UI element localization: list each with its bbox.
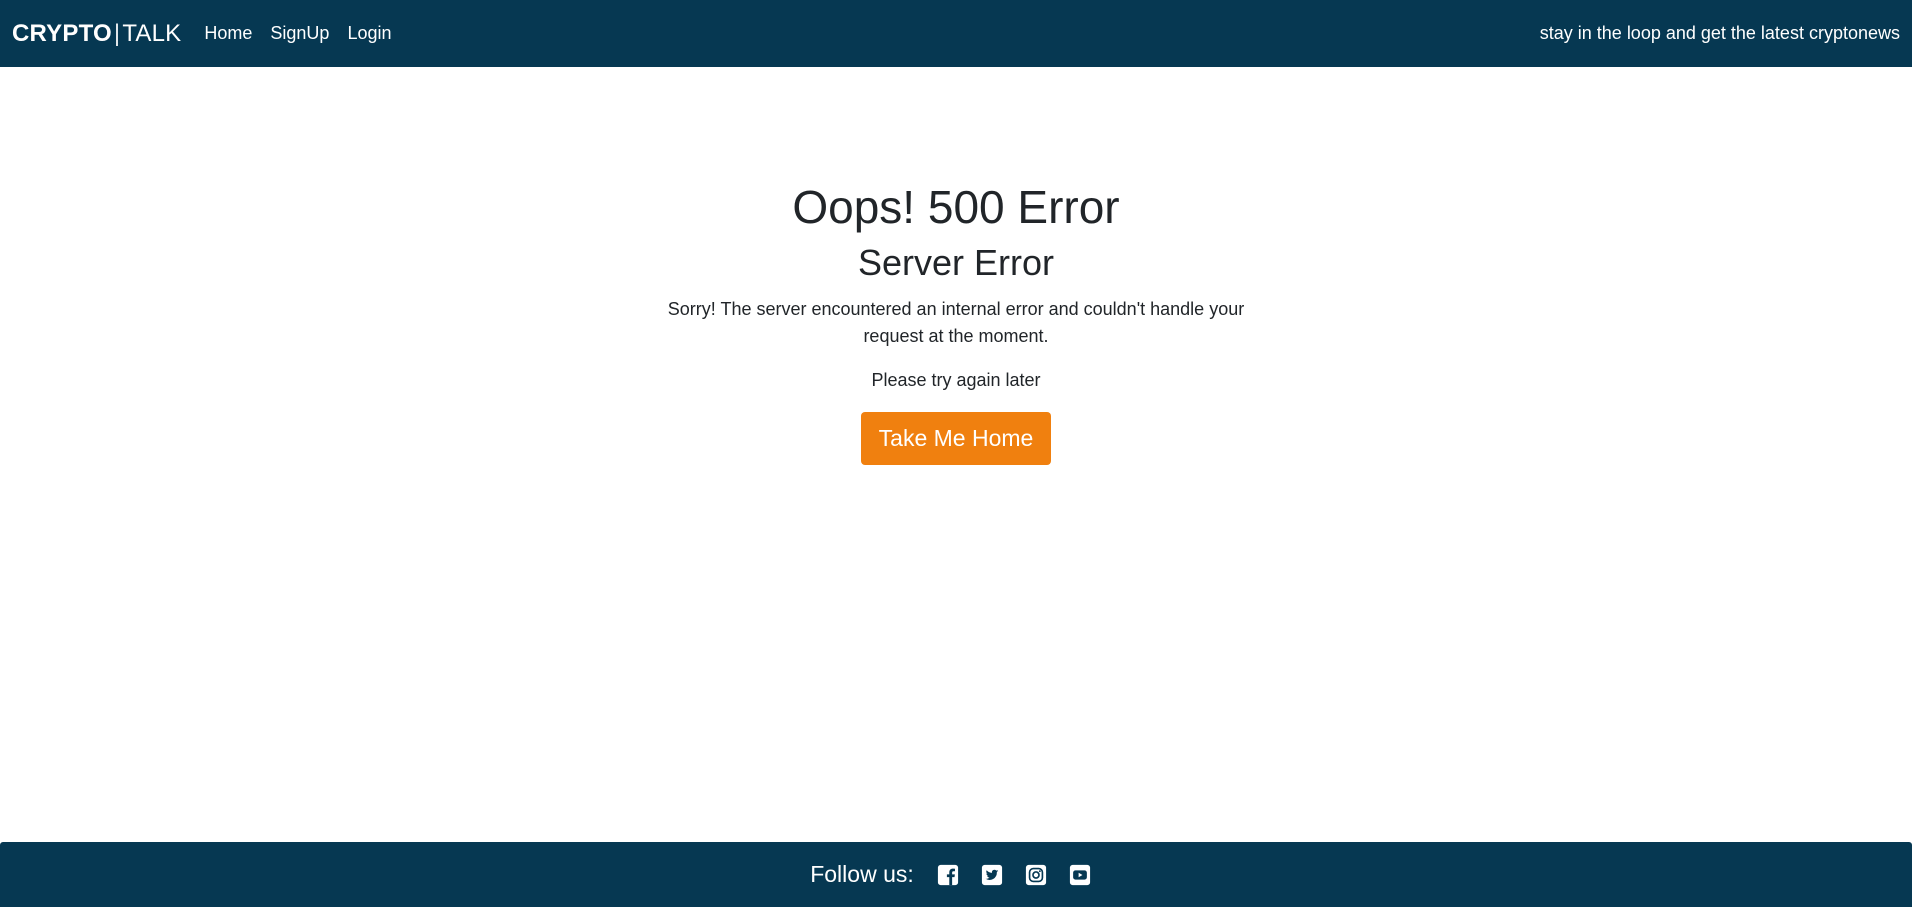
- take-me-home-button[interactable]: Take Me Home: [860, 412, 1052, 466]
- instagram-icon[interactable]: [1014, 853, 1058, 897]
- error-content: Oops! 500 Error Server Error Sorry! The …: [0, 67, 1912, 466]
- nav-links: Home SignUp Login: [195, 23, 400, 44]
- brand-separator: |: [113, 19, 121, 47]
- follow-us-label: Follow us:: [810, 861, 914, 887]
- brand-name-bold: CRYPTO: [12, 19, 112, 47]
- footer: Follow us:: [0, 842, 1912, 907]
- brand-name-light: TALK: [122, 19, 182, 47]
- brand-logo-link[interactable]: CRYPTO | TALK: [12, 20, 181, 48]
- navbar-tagline: stay in the loop and get the latest cryp…: [1539, 23, 1900, 43]
- nav-link-login[interactable]: Login: [347, 23, 391, 44]
- error-message: Sorry! The server encountered an interna…: [667, 299, 1245, 347]
- twitter-icon[interactable]: [970, 853, 1014, 897]
- facebook-icon[interactable]: [926, 853, 970, 897]
- nav-link-home[interactable]: Home: [204, 23, 252, 44]
- error-subtitle: Server Error: [857, 242, 1055, 284]
- top-navbar: CRYPTO | TALK Home SignUp Login stay in …: [0, 0, 1912, 67]
- nav-link-signup[interactable]: SignUp: [270, 23, 329, 44]
- page: CRYPTO | TALK Home SignUp Login stay in …: [0, 0, 1912, 907]
- retry-hint: Please try again later: [871, 370, 1041, 391]
- youtube-icon[interactable]: [1058, 853, 1102, 897]
- error-title: Oops! 500 Error: [792, 181, 1120, 233]
